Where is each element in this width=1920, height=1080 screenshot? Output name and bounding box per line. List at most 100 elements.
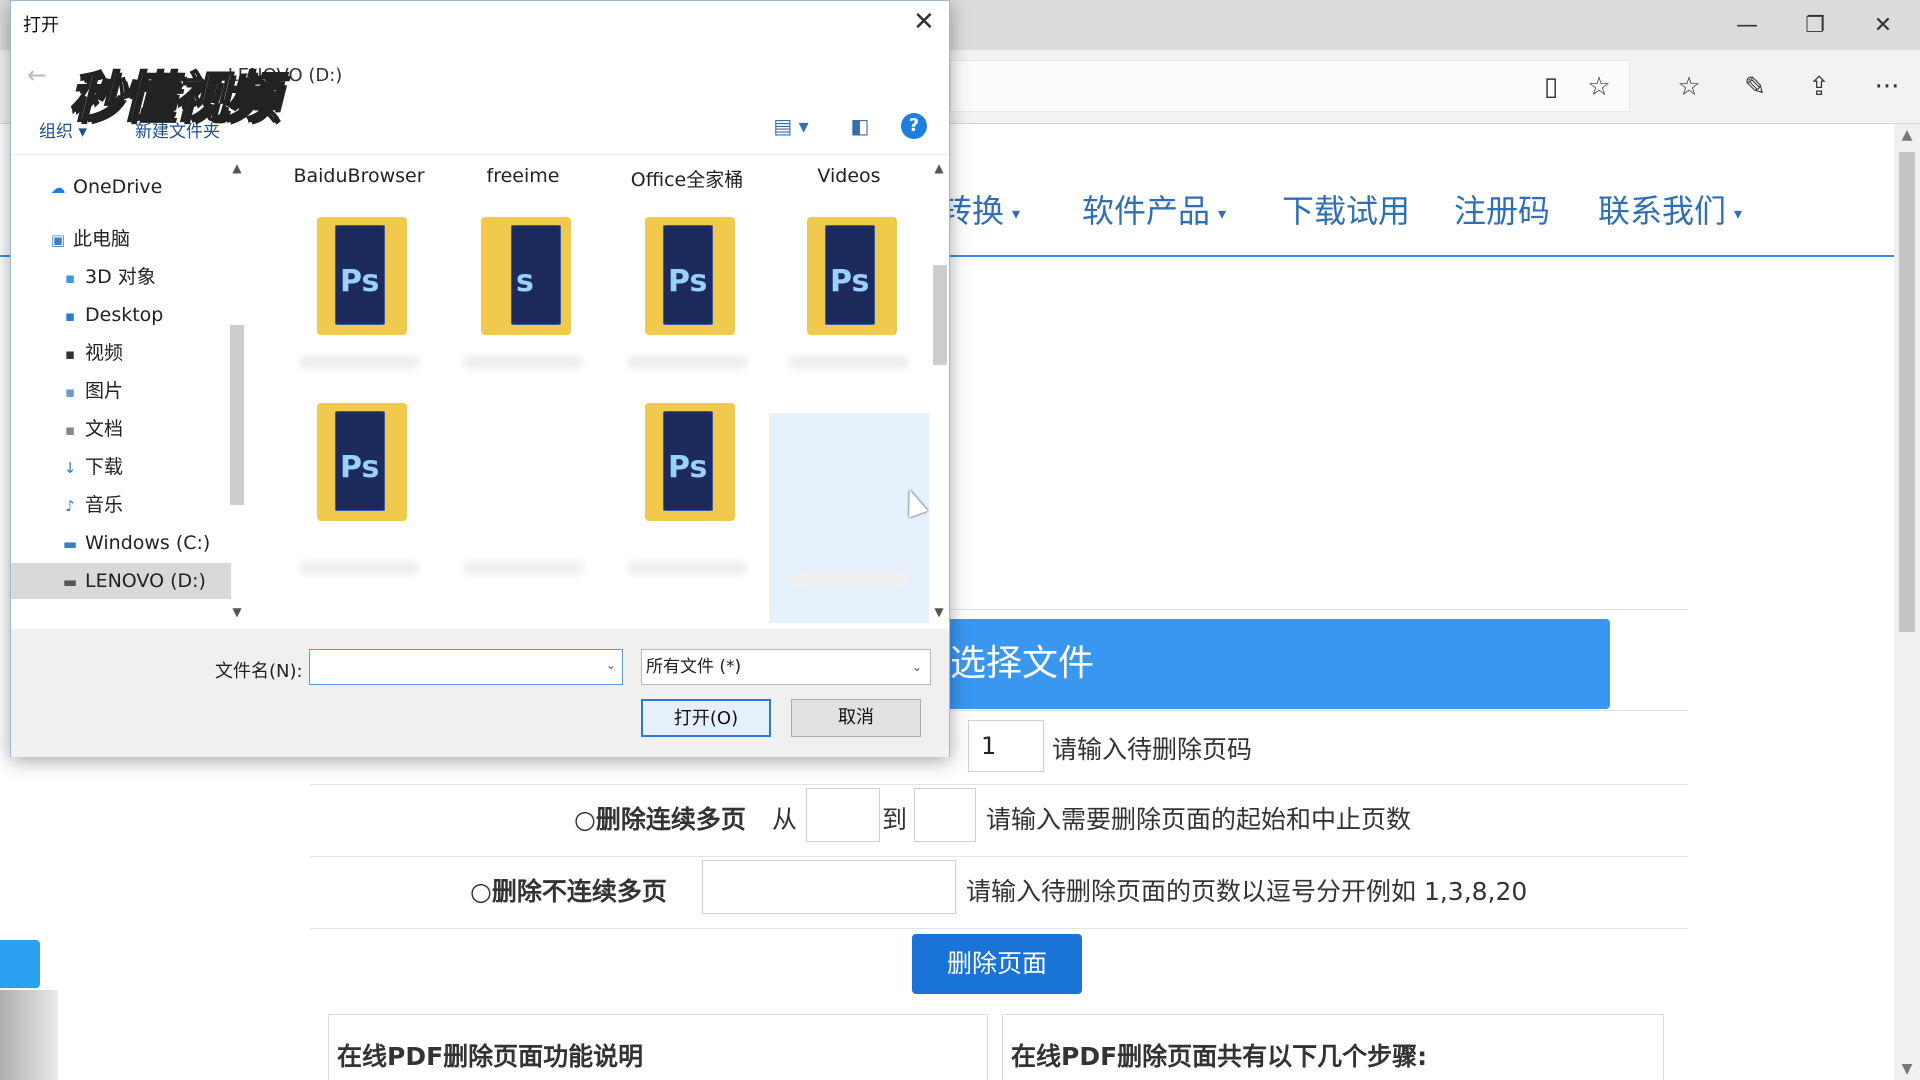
nav-contact[interactable]: 联系我们 ▾ [1598,186,1742,232]
preview-pane-icon[interactable]: ◧ [847,113,873,139]
folder-icon: Ps [645,393,735,521]
help-icon[interactable]: ? [901,113,927,139]
tree-label: 下载 [85,456,124,478]
tree-label: 此电脑 [73,228,131,250]
file-item[interactable] [443,393,603,603]
cloud-icon: ☁ [50,179,66,197]
blurred-label [789,573,909,587]
blurred-label [463,561,583,575]
file-item[interactable]: Ps [279,393,439,603]
page-scrollbar[interactable]: ▲ ▼ [1894,124,1920,1080]
nav-convert[interactable]: 转换 ▾ [940,186,1020,232]
open-button[interactable]: 打开(O) [641,699,771,737]
select-file-button[interactable]: 选择文件 [942,619,1610,709]
scroll-down-icon[interactable]: ▼ [1894,1058,1920,1080]
radio-circle-icon[interactable]: ○ [470,877,492,906]
tree-item-pictures[interactable]: ▪ 图片 [11,373,231,409]
more-icon[interactable]: ··· [1866,66,1908,108]
nav-label: 注册码 [1454,192,1551,230]
folder-icon: Ps [807,207,897,335]
tree-item-desktop[interactable]: ▪ Desktop [11,297,231,333]
tree-label: Windows (C:) [85,532,211,554]
tree-item-onedrive[interactable]: ☁ OneDrive [11,169,231,205]
info-box-right: 在线PDF删除页面共有以下几个步骤: [1002,1014,1664,1080]
side-decoration [0,990,58,1080]
reading-view-icon[interactable]: ▯ [1530,66,1572,108]
range-to-input[interactable] [914,788,976,842]
nav-products[interactable]: 软件产品 ▾ [1082,186,1226,232]
scroll-up-icon[interactable]: ▲ [225,161,249,175]
restore-button[interactable]: ❐ [1782,0,1848,50]
back-arrow-icon[interactable]: ← [27,61,47,89]
desktop-icon: ▪ [64,307,76,325]
page-number-input[interactable]: 1 [968,720,1044,772]
blurred-label [299,561,419,575]
tree-label: Desktop [85,304,164,326]
cube-icon: ▪ [64,269,76,287]
ps-badge: Ps [668,450,708,485]
tree-item-music[interactable]: ♪ 音乐 [11,487,231,523]
scroll-down-icon[interactable]: ▼ [929,605,949,619]
side-floating-tab[interactable] [0,940,40,988]
range-from-input[interactable] [806,788,880,842]
view-options-icon[interactable]: ▤ ▾ [771,113,811,139]
file-item[interactable]: BaiduBrowser Ps [279,165,439,375]
scroll-up-icon[interactable]: ▲ [1894,124,1920,146]
chevron-down-icon[interactable]: ⌄ [606,658,616,672]
file-item[interactable]: Videos Ps [769,165,929,375]
scroll-down-icon[interactable]: ▼ [225,605,249,619]
cancel-button[interactable]: 取消 [791,699,921,737]
tree-label: 3D 对象 [85,266,156,288]
range-radio[interactable]: ○删除连续多页 [574,800,746,836]
tree-scrollbar[interactable]: ▲ ▼ [225,157,249,627]
nav-label: 联系我们 [1598,192,1727,230]
file-item[interactable]: Office全家桶 Ps [607,165,767,375]
notes-pen-icon[interactable]: ✎ [1734,66,1776,108]
multi-pages-input[interactable] [702,860,956,914]
tree-item-drive-d[interactable]: ▬ LENOVO (D:) [11,563,231,599]
dialog-title: 打开 [23,15,59,36]
nav-download[interactable]: 下载试用 [1282,186,1410,232]
minimize-button[interactable]: — [1714,0,1780,50]
share-icon[interactable]: ⇪ [1798,66,1840,108]
tree-item-downloads[interactable]: ↓ 下载 [11,449,231,485]
tree-label: 文档 [85,418,124,440]
close-window-button[interactable]: ✕ [1850,0,1916,50]
file-name: Videos [817,165,881,187]
file-item[interactable]: freeime s [443,165,603,375]
divider [310,784,1688,785]
file-item[interactable]: Ps [607,393,767,603]
favorites-list-icon[interactable]: ☆ [1668,66,1710,108]
scroll-up-icon[interactable]: ▲ [929,161,949,175]
download-icon: ↓ [63,459,77,477]
tree-item-this-pc[interactable]: ▣ 此电脑 [11,221,231,257]
chevron-down-icon[interactable]: ⌄ [912,650,922,684]
box-title: 在线PDF删除页面共有以下几个步骤: [1011,1042,1428,1071]
scrollbar-thumb[interactable] [933,265,947,365]
caret-down-icon: ▾ [1218,203,1227,223]
filename-label: 文件名(N): [215,661,303,682]
computer-icon: ▣ [50,231,66,249]
box-title: 在线PDF删除页面功能说明 [337,1042,644,1071]
tree-item-videos[interactable]: ▪ 视频 [11,335,231,371]
filetype-select[interactable]: 所有文件 (*) ⌄ [641,649,931,685]
multi-radio[interactable]: ○删除不连续多页 [470,872,667,908]
scrollbar-thumb[interactable] [1899,152,1915,632]
file-name: BaiduBrowser [293,165,425,187]
multi-label: 删除不连续多页 [491,877,667,906]
address-bar[interactable] [950,60,1630,112]
tree-item-documents[interactable]: ▪ 文档 [11,411,231,447]
tree-label: 视频 [85,342,124,364]
filename-input[interactable]: ⌄ [309,649,623,685]
tree-item-drive-c[interactable]: ▬ Windows (C:) [11,525,231,561]
radio-circle-icon[interactable]: ○ [574,805,596,834]
tree-item-3d[interactable]: ▪ 3D 对象 [11,259,231,295]
scrollbar-thumb[interactable] [230,325,244,505]
nav-regcode[interactable]: 注册码 [1454,186,1550,232]
tree-label: 图片 [85,380,124,402]
favorite-star-icon[interactable]: ☆ [1578,66,1620,108]
grid-scrollbar[interactable]: ▲ ▼ [929,157,949,627]
dialog-close-icon[interactable]: ✕ [913,7,935,37]
delete-pages-button[interactable]: 删除页面 [912,934,1082,994]
file-item-hovered[interactable] [769,413,929,623]
